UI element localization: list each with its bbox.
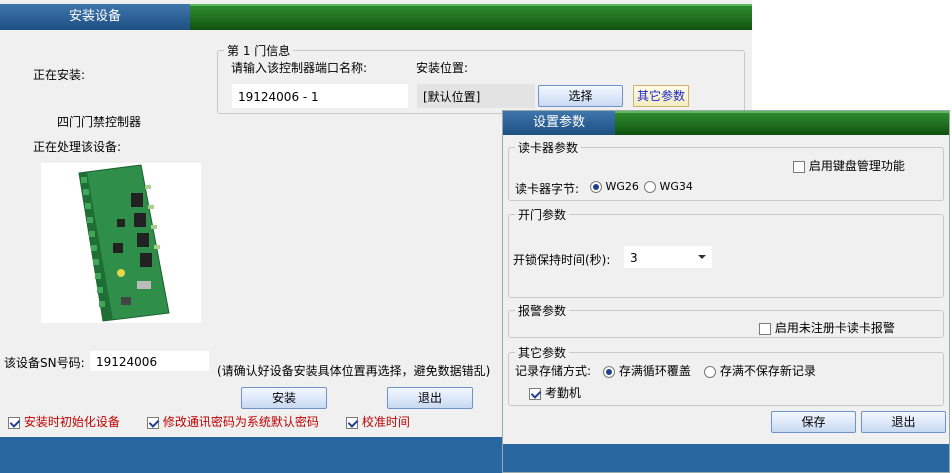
- reader-params-legend: 读卡器参数: [518, 141, 579, 155]
- reset-password-check-icon[interactable]: [147, 416, 159, 429]
- calibrate-time-check-icon[interactable]: [346, 416, 358, 429]
- install-hint: (请确认好设备安装具体位置再选择，避免数据错乱): [217, 364, 491, 378]
- hold-time-label: 开锁保持时间(秒):: [513, 253, 611, 267]
- radio-no-save[interactable]: 存满不保存新记录: [704, 362, 816, 379]
- radio-no-save-icon[interactable]: [704, 365, 716, 378]
- reset-password-label: 修改通讯密码为系统默认密码: [162, 415, 319, 429]
- radio-wg34[interactable]: WG34: [644, 180, 693, 193]
- keyboard-mgmt-checkbox[interactable]: 启用键盘管理功能: [793, 157, 905, 174]
- location-field[interactable]: [默认位置]: [416, 83, 536, 109]
- init-device-checkbox[interactable]: 安装时初始化设备: [8, 413, 120, 430]
- window-titlebar: 安装设备: [0, 0, 752, 30]
- dialog-titlebar-fill: [615, 111, 949, 135]
- reader-byte-label: 读卡器字节:: [515, 182, 580, 196]
- radio-wg26[interactable]: WG26: [590, 180, 639, 193]
- hold-time-value: 3: [630, 251, 638, 265]
- radio-no-save-label: 存满不保存新记录: [719, 364, 816, 378]
- location-label: 安装位置:: [416, 61, 469, 75]
- other-params-button[interactable]: 其它参数: [633, 85, 689, 107]
- select-location-button[interactable]: 选择: [538, 85, 623, 107]
- keyboard-mgmt-check-icon[interactable]: [793, 160, 805, 173]
- storage-label: 记录存储方式:: [515, 364, 592, 378]
- reset-password-checkbox[interactable]: 修改通讯密码为系统默认密码: [147, 413, 319, 430]
- init-device-label: 安装时初始化设备: [23, 415, 120, 429]
- settings-dialog: 设置参数 读卡器参数 启用键盘管理功能 读卡器字节: WG26 WG34 开门参…: [502, 110, 950, 473]
- radio-overwrite[interactable]: 存满循环覆盖: [603, 362, 691, 379]
- alarm-params-legend: 报警参数: [518, 304, 567, 318]
- init-device-check-icon[interactable]: [8, 416, 20, 429]
- titlebar-fill: [190, 4, 752, 30]
- calibrate-time-label: 校准时间: [361, 415, 410, 429]
- attendance-checkbox[interactable]: 考勤机: [529, 384, 581, 401]
- keyboard-mgmt-label: 启用键盘管理功能: [808, 159, 905, 173]
- dialog-title: 设置参数: [503, 111, 615, 135]
- radio-wg26-label: WG26: [605, 180, 639, 193]
- processing-label: 正在处理该设备:: [33, 140, 122, 154]
- calibrate-time-checkbox[interactable]: 校准时间: [346, 413, 410, 430]
- hold-time-select[interactable]: 3: [623, 245, 713, 269]
- controller-board-image: [41, 163, 201, 323]
- installing-label: 正在安装:: [33, 68, 86, 82]
- radio-overwrite-label: 存满循环覆盖: [618, 364, 691, 378]
- dialog-bottom-bar: [503, 444, 949, 472]
- device-name: 四门门禁控制器: [57, 115, 142, 129]
- unregistered-alarm-label: 启用未注册卡读卡报警: [774, 321, 895, 335]
- radio-wg34-label: WG34: [659, 180, 693, 193]
- other-params-legend: 其它参数: [518, 346, 567, 360]
- attendance-label: 考勤机: [544, 386, 581, 400]
- door-params-legend: 开门参数: [518, 208, 567, 222]
- radio-overwrite-icon[interactable]: [603, 365, 615, 378]
- unregistered-alarm-checkbox[interactable]: 启用未注册卡读卡报警: [759, 319, 895, 336]
- sn-input[interactable]: 19124006: [89, 350, 210, 372]
- radio-wg34-icon[interactable]: [644, 181, 656, 193]
- dialog-exit-button[interactable]: 退出: [861, 411, 946, 433]
- exit-button[interactable]: 退出: [387, 387, 473, 409]
- door-info-legend: 第 1 门信息: [227, 44, 291, 58]
- install-button[interactable]: 安装: [241, 387, 327, 409]
- dropdown-arrow-icon[interactable]: [698, 255, 706, 259]
- unregistered-alarm-check-icon[interactable]: [759, 322, 771, 335]
- save-button[interactable]: 保存: [771, 411, 856, 433]
- port-name-label: 请输入该控制器端口名称:: [231, 61, 368, 75]
- port-name-input[interactable]: 19124006 - 1: [231, 83, 409, 109]
- attendance-check-icon[interactable]: [529, 387, 541, 400]
- window-title: 安装设备: [0, 4, 190, 30]
- sn-label: 该设备SN号码:: [4, 356, 85, 370]
- radio-wg26-icon[interactable]: [590, 181, 602, 193]
